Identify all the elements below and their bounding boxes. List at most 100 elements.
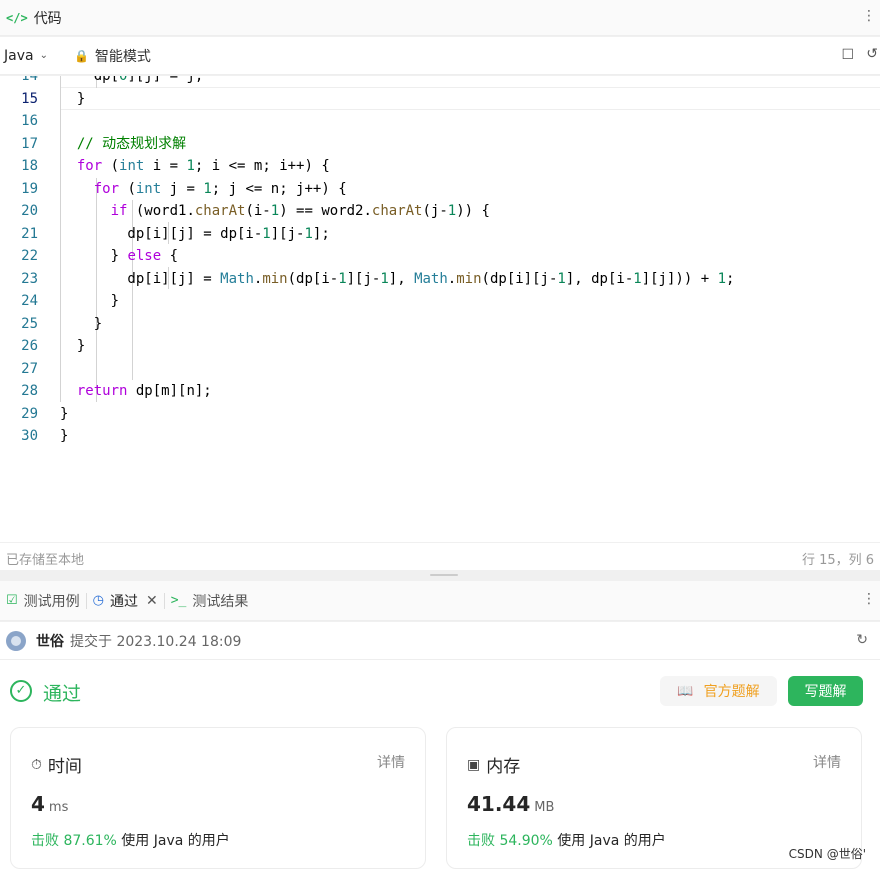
editor-toolbar: Java ⌄ 🔒 智能模式 ☐ ↺: [0, 37, 880, 75]
stopwatch-icon: ⏱: [31, 756, 42, 773]
code-line[interactable]: 28 return dp[m][n];: [0, 380, 880, 403]
lock-icon: 🔒: [73, 48, 89, 63]
line-number: 21: [21, 225, 38, 242]
book-icon: 📖: [677, 683, 694, 699]
tab-label: 测试用例: [23, 593, 80, 610]
code-line[interactable]: 19 for (int j = 1; j <= n; j++) {: [0, 178, 880, 201]
code-line[interactable]: 30}: [0, 425, 880, 448]
memory-number: 41.44: [467, 792, 531, 816]
history-icon: ◷: [92, 593, 104, 608]
leetcode-panel: </> 代码 ⋮ Java ⌄ 🔒 智能模式 ☐ ↺ 14 dp[0][j] =…: [0, 0, 880, 870]
memory-label: ▣ 内存: [467, 752, 520, 778]
code-line[interactable]: 14 dp[0][j] = j;: [0, 76, 880, 88]
line-number: 22: [21, 248, 38, 264]
username[interactable]: 世俗: [36, 631, 64, 651]
code-line[interactable]: 25 }: [0, 313, 880, 336]
code-text: }: [60, 293, 120, 309]
beat-suffix: 使用 Java 的用户: [121, 833, 230, 849]
line-number: 29: [21, 405, 38, 422]
more-icon[interactable]: ⋮: [862, 591, 876, 607]
cursor-position: 行 15，列 6: [802, 553, 874, 568]
watermark: CSDN @世俗': [788, 847, 866, 861]
beat-prefix: 击败: [31, 833, 59, 849]
line-number: 15: [21, 90, 38, 107]
official-solution-label: 官方题解: [703, 684, 760, 700]
code-icon: </>: [6, 10, 28, 25]
tab-test-result[interactable]: >_ 测试结果: [165, 591, 255, 611]
runtime-value: 4 ms: [31, 792, 68, 816]
panel-title: 代码: [33, 10, 62, 27]
line-number: 18: [21, 158, 38, 174]
memory-unit: MB: [534, 800, 555, 815]
runtime-number: 4: [31, 792, 45, 816]
code-line[interactable]: 22 } else {: [0, 245, 880, 268]
code-line[interactable]: 15 }: [0, 88, 880, 111]
line-number: 17: [21, 135, 38, 152]
code-text: for (int i = 1; i <= m; i++) {: [76, 158, 330, 174]
code-text: dp[i][j] = dp[i-1][j-1];: [60, 225, 330, 242]
runtime-detail-link[interactable]: 详情: [377, 752, 405, 772]
code-line[interactable]: 16: [0, 110, 880, 133]
line-number: 30: [21, 428, 38, 444]
code-text: for (int j = 1; j <= n; j++) {: [93, 180, 347, 197]
code-text: // 动态规划求解: [76, 135, 187, 152]
code-text: }: [60, 405, 69, 422]
line-number: 26: [21, 338, 38, 354]
refresh-icon[interactable]: ↻: [856, 632, 868, 648]
code-line[interactable]: 27: [0, 358, 880, 381]
runtime-beats: 击败 87.61% 使用 Java 的用户: [31, 830, 230, 850]
line-number: 25: [21, 315, 38, 332]
code-text: } else {: [60, 248, 179, 264]
code-line[interactable]: 29}: [0, 403, 880, 426]
language-label: Java: [4, 47, 34, 64]
result-tabs: ☑ 测试用例 ◷ 通过 ✕ >_ 测试结果 ⋮: [0, 581, 880, 621]
result-status: 通过: [43, 683, 82, 705]
code-line[interactable]: 26 }: [0, 335, 880, 358]
official-solution-button[interactable]: 📖 官方题解: [660, 676, 777, 706]
submit-time: 提交于 2023.10.24 18:09: [70, 633, 242, 650]
tab-label: 通过: [110, 593, 138, 610]
runtime-label: ⏱ 时间: [31, 752, 82, 778]
code-line[interactable]: 20 if (word1.charAt(i-1) == word2.charAt…: [0, 200, 880, 223]
line-number: 27: [21, 360, 38, 377]
line-number: 16: [21, 113, 38, 129]
line-number: 14: [21, 76, 38, 84]
code-line[interactable]: 21 dp[i][j] = dp[i-1][j-1];: [0, 223, 880, 246]
chip-icon: ▣: [467, 756, 481, 773]
memory-detail-link[interactable]: 详情: [813, 752, 841, 772]
code-text: }: [60, 90, 86, 107]
code-editor[interactable]: 14 dp[0][j] = j; 15 } 16 17 // 动态规划求解 18 for…: [0, 76, 880, 542]
write-solution-button[interactable]: 写题解: [788, 676, 863, 706]
splitter-grip[interactable]: [430, 574, 458, 576]
code-line[interactable]: 24 }: [0, 290, 880, 313]
tab-passed[interactable]: ◷ 通过 ✕: [87, 591, 164, 611]
code-text: dp[0][j] = j;: [60, 76, 204, 84]
tab-label: 测试结果: [192, 593, 249, 610]
reset-icon[interactable]: ↺: [866, 46, 878, 62]
check-circle-icon: ✓: [10, 680, 32, 702]
code-text: }: [60, 428, 69, 444]
language-select[interactable]: Java ⌄: [4, 48, 48, 64]
code-text: }: [60, 315, 103, 332]
beat-suffix: 使用 Java 的用户: [557, 833, 666, 849]
code-text: if (word1.charAt(i-1) == word2.charAt(j-…: [110, 203, 490, 219]
close-icon[interactable]: ✕: [146, 593, 158, 609]
more-icon[interactable]: ⋮: [862, 8, 876, 24]
tab-testcase[interactable]: ☑ 测试用例: [0, 591, 86, 611]
mode-toggle[interactable]: 智能模式: [95, 46, 151, 66]
memory-beats: 击败 54.90% 使用 Java 的用户: [467, 830, 666, 850]
code-line[interactable]: 17 // 动态规划求解: [0, 133, 880, 156]
code-text: }: [60, 338, 86, 354]
bookmark-icon[interactable]: ☐: [841, 47, 854, 63]
code-panel-header: </> 代码 ⋮: [0, 0, 880, 36]
avatar[interactable]: [6, 630, 26, 651]
runtime-card: ⏱ 时间 详情 4 ms 击败 87.61% 使用 Java 的用户: [10, 727, 426, 869]
panel-splitter[interactable]: [0, 570, 880, 580]
code-line[interactable]: 18 for (int i = 1; i <= m; i++) {: [0, 155, 880, 178]
submission-result: 世俗 提交于 2023.10.24 18:09 ↻ ✓ 通过 📖 官方题解 写题…: [0, 622, 880, 870]
runtime-label-text: 时间: [47, 757, 82, 777]
beat-prefix: 击败: [467, 833, 495, 849]
save-status: 已存储至本地: [6, 553, 85, 568]
code-line[interactable]: 23 dp[i][j] = Math.min(dp[i-1][j-1], Mat…: [0, 268, 880, 291]
code-text: dp[i][j] = Math.min(dp[i-1][j-1], Math.m…: [60, 270, 735, 287]
